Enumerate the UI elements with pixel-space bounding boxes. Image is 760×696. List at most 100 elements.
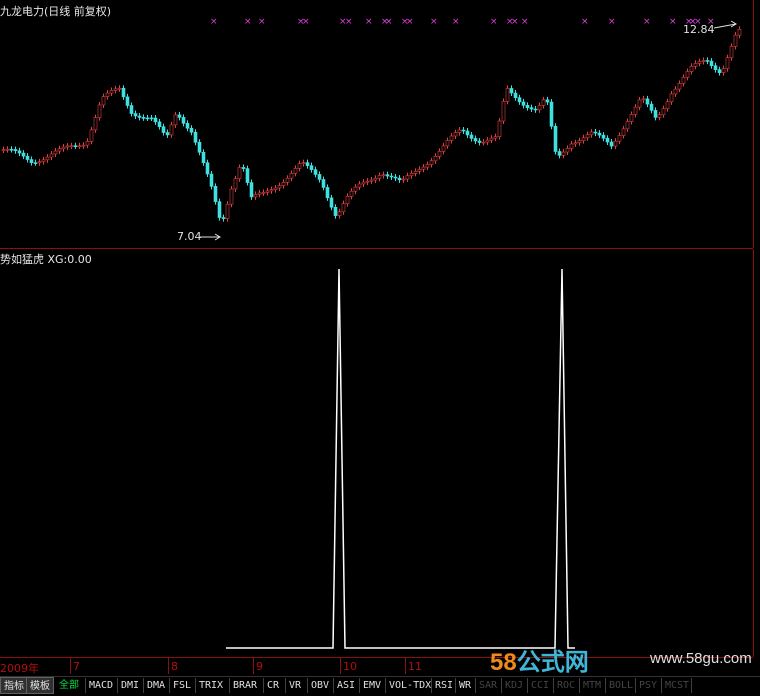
- indicator-line-chart: [226, 268, 575, 649]
- candle-body: [625, 121, 630, 130]
- candle-body: [389, 175, 394, 178]
- candle-body: [681, 77, 686, 84]
- candle-body: [153, 117, 158, 123]
- candle-body: [33, 162, 38, 164]
- candle-body: [25, 155, 30, 160]
- candle-body: [733, 34, 738, 47]
- chart-window: × × × × × × × × × × × × × × × × × × × × × × × × × × 九龙电力(日线 前复权) …: [0, 0, 760, 696]
- signal-marker: ×: [452, 17, 460, 27]
- tab-全部[interactable]: 全部: [56, 677, 82, 694]
- candle-body: [249, 182, 254, 198]
- candle-body: [729, 46, 734, 59]
- candle-body: [461, 129, 466, 132]
- tab-brar[interactable]: BRAR: [230, 677, 260, 694]
- candle-body: [509, 88, 514, 94]
- candle-body: [149, 117, 154, 120]
- candle-body: [501, 101, 506, 122]
- candle-body: [657, 114, 662, 118]
- tab-obv[interactable]: OBV: [308, 677, 332, 694]
- date-axis: [0, 658, 753, 675]
- candle-body: [169, 124, 174, 136]
- high-arrow: [713, 20, 737, 29]
- tab-cci[interactable]: CCI: [528, 677, 552, 694]
- candle-body: [417, 168, 422, 172]
- candle-body: [721, 68, 726, 73]
- candle-body: [737, 28, 742, 36]
- candle-body: [161, 126, 166, 133]
- candle-body: [265, 190, 270, 193]
- tab-vr[interactable]: VR: [286, 677, 304, 694]
- candle-body: [261, 192, 266, 194]
- tab-mtm[interactable]: MTM: [580, 677, 604, 694]
- tab-dmi[interactable]: DMI: [118, 677, 142, 694]
- tab-cr[interactable]: CR: [264, 677, 282, 694]
- candle-body: [645, 98, 650, 105]
- candle-body: [585, 134, 590, 139]
- tab-sar[interactable]: SAR: [476, 677, 500, 694]
- tab-kdj[interactable]: KDJ: [502, 677, 526, 694]
- tab-fsl[interactable]: FSL: [170, 677, 194, 694]
- candle-body: [529, 107, 534, 110]
- tab-指标[interactable]: 指标: [0, 677, 28, 694]
- tab-psy[interactable]: PSY: [636, 677, 660, 694]
- candle-body: [593, 131, 598, 134]
- price-panel[interactable]: × × × × × × × × × × × × × × × × × × × × × × × × × ×: [0, 0, 754, 248]
- tab-mcst[interactable]: MCST: [662, 677, 692, 694]
- tab-roc[interactable]: ROC: [554, 677, 578, 694]
- candle-body: [41, 159, 46, 163]
- candle-body: [641, 98, 646, 101]
- tab-boll[interactable]: BOLL: [606, 677, 636, 694]
- candle-body: [649, 103, 654, 111]
- candle-body: [685, 71, 690, 78]
- candle-body: [517, 97, 522, 103]
- candle-body: [549, 101, 554, 127]
- tab-dma[interactable]: DMA: [144, 677, 168, 694]
- tab-rsi[interactable]: RSI: [432, 677, 456, 694]
- tab-vol-tdx[interactable]: VOL-TDX: [386, 677, 434, 694]
- candle-body: [345, 196, 350, 204]
- tab-emv[interactable]: EMV: [360, 677, 384, 694]
- candle-body: [209, 173, 214, 187]
- candle-body: [109, 90, 114, 94]
- candle-body: [221, 217, 226, 219]
- candle-body: [29, 159, 34, 163]
- candle-body: [373, 177, 378, 181]
- candle-body: [181, 117, 186, 124]
- candle-body: [709, 60, 714, 66]
- indicator-line: [226, 268, 575, 649]
- candle-body: [485, 139, 490, 143]
- signal-marker: ×: [511, 17, 519, 27]
- candle-body: [381, 174, 386, 176]
- tab-trix[interactable]: TRIX: [196, 677, 226, 694]
- candle-body: [489, 137, 494, 141]
- candle-body: [313, 169, 318, 175]
- tab-模板[interactable]: 模板: [26, 677, 54, 694]
- indicator-title: 势如猛虎 XG:0.00: [0, 253, 92, 266]
- candle-body: [197, 141, 202, 153]
- tab-asi[interactable]: ASI: [334, 677, 358, 694]
- candle-body: [133, 113, 138, 117]
- candle-body: [21, 152, 26, 157]
- candle-body: [241, 167, 246, 169]
- watermark-logo: 58公式网: [490, 649, 589, 676]
- candle-body: [205, 162, 210, 175]
- candle-body: [521, 101, 526, 106]
- tab-macd[interactable]: MACD: [86, 677, 116, 694]
- candle-body: [477, 140, 482, 143]
- signal-marker: ×: [643, 17, 651, 27]
- candle-body: [397, 177, 402, 181]
- indicator-panel[interactable]: [0, 249, 754, 657]
- candle-body: [441, 145, 446, 152]
- tab-wr[interactable]: WR: [456, 677, 474, 694]
- candle-body: [557, 151, 562, 156]
- candle-body: [637, 99, 642, 108]
- candle-body: [609, 141, 614, 147]
- low-price-label: 7.04: [177, 230, 202, 243]
- high-price-label: 12.84: [683, 23, 715, 36]
- candle-body: [573, 142, 578, 145]
- candle-body: [457, 129, 462, 133]
- price-panel-title: 九龙电力(日线 前复权): [0, 5, 112, 18]
- axis-tick: [70, 658, 71, 674]
- candle-body: [421, 166, 426, 170]
- candle-body: [465, 130, 470, 136]
